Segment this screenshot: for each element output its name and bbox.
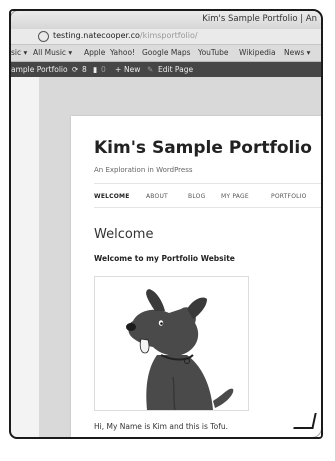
window-title: Kim's Sample Portfolio | An <box>202 14 317 24</box>
bookmark-all-music[interactable]: All Music ▾ <box>33 48 72 57</box>
intro-text: Welcome to my Portfolio Website <box>94 254 235 263</box>
pencil-icon: ✎ <box>147 65 154 74</box>
admin-site-link[interactable]: ample Portfolio <box>11 65 68 74</box>
dog-illustration <box>126 289 234 410</box>
page-heading: Welcome <box>94 227 154 242</box>
sketch-corner-mark <box>293 413 317 429</box>
url-field[interactable]: testing.natecooper.co/kimsportfolio/ <box>53 31 198 40</box>
bookmark-news[interactable]: News ▾ <box>284 48 310 57</box>
plus-icon: + <box>115 65 122 74</box>
site-title[interactable]: Kim's Sample Portfolio <box>94 138 312 158</box>
bookmark-music[interactable]: sic ▾ <box>11 48 27 57</box>
window-titlebar: Kim's Sample Portfolio | An <box>11 11 321 30</box>
globe-icon <box>38 31 49 42</box>
nav-welcome[interactable]: WELCOME <box>94 193 130 200</box>
nav-blog[interactable]: BLOG <box>188 193 205 200</box>
updates-icon[interactable]: ⟳ <box>72 65 78 74</box>
bookmark-google-maps[interactable]: Google Maps <box>142 48 191 57</box>
bookmark-youtube[interactable]: YouTube <box>198 48 229 57</box>
address-bar[interactable]: testing.natecooper.co/kimsportfolio/ <box>11 29 321 45</box>
nav-divider <box>94 207 321 208</box>
site-content-sheet: Kim's Sample Portfolio An Exploration in… <box>71 116 321 437</box>
bookmark-yahoo[interactable]: Yahoo! <box>110 48 135 57</box>
admin-updates-count: 8 <box>82 65 87 74</box>
nav-about[interactable]: ABOUT <box>146 193 168 200</box>
wp-admin-bar: ample Portfolio ⟳ 8 ▮ 0 + New ✎ Edit Pag… <box>11 62 321 77</box>
url-host: testing.natecooper.co <box>53 31 140 40</box>
url-path: /kimsportfolio/ <box>139 31 198 40</box>
admin-comments-count: 0 <box>101 65 106 74</box>
bookmark-apple[interactable]: Apple <box>84 48 105 57</box>
site-description: An Exploration in WordPress <box>94 166 193 174</box>
bookmarks-bar: sic ▾ All Music ▾ Apple Yahoo! Google Ma… <box>11 45 321 62</box>
photo-caption: Hi, My Name is Kim and this is Tofu. <box>94 422 228 431</box>
admin-new-link[interactable]: New <box>124 65 140 74</box>
nav-my-page[interactable]: MY PAGE <box>221 193 249 200</box>
admin-edit-page-link[interactable]: Edit Page <box>158 65 193 74</box>
nav-divider <box>94 183 321 184</box>
nav-portfolio[interactable]: PORTFOLIO <box>271 193 307 200</box>
bookmark-wikipedia[interactable]: Wikipedia <box>239 48 276 57</box>
comments-icon[interactable]: ▮ <box>93 65 97 74</box>
dog-photo <box>94 276 249 411</box>
page-viewport: Kim's Sample Portfolio An Exploration in… <box>39 77 321 437</box>
sketch-frame: Kim's Sample Portfolio | An testing.nate… <box>9 9 323 439</box>
